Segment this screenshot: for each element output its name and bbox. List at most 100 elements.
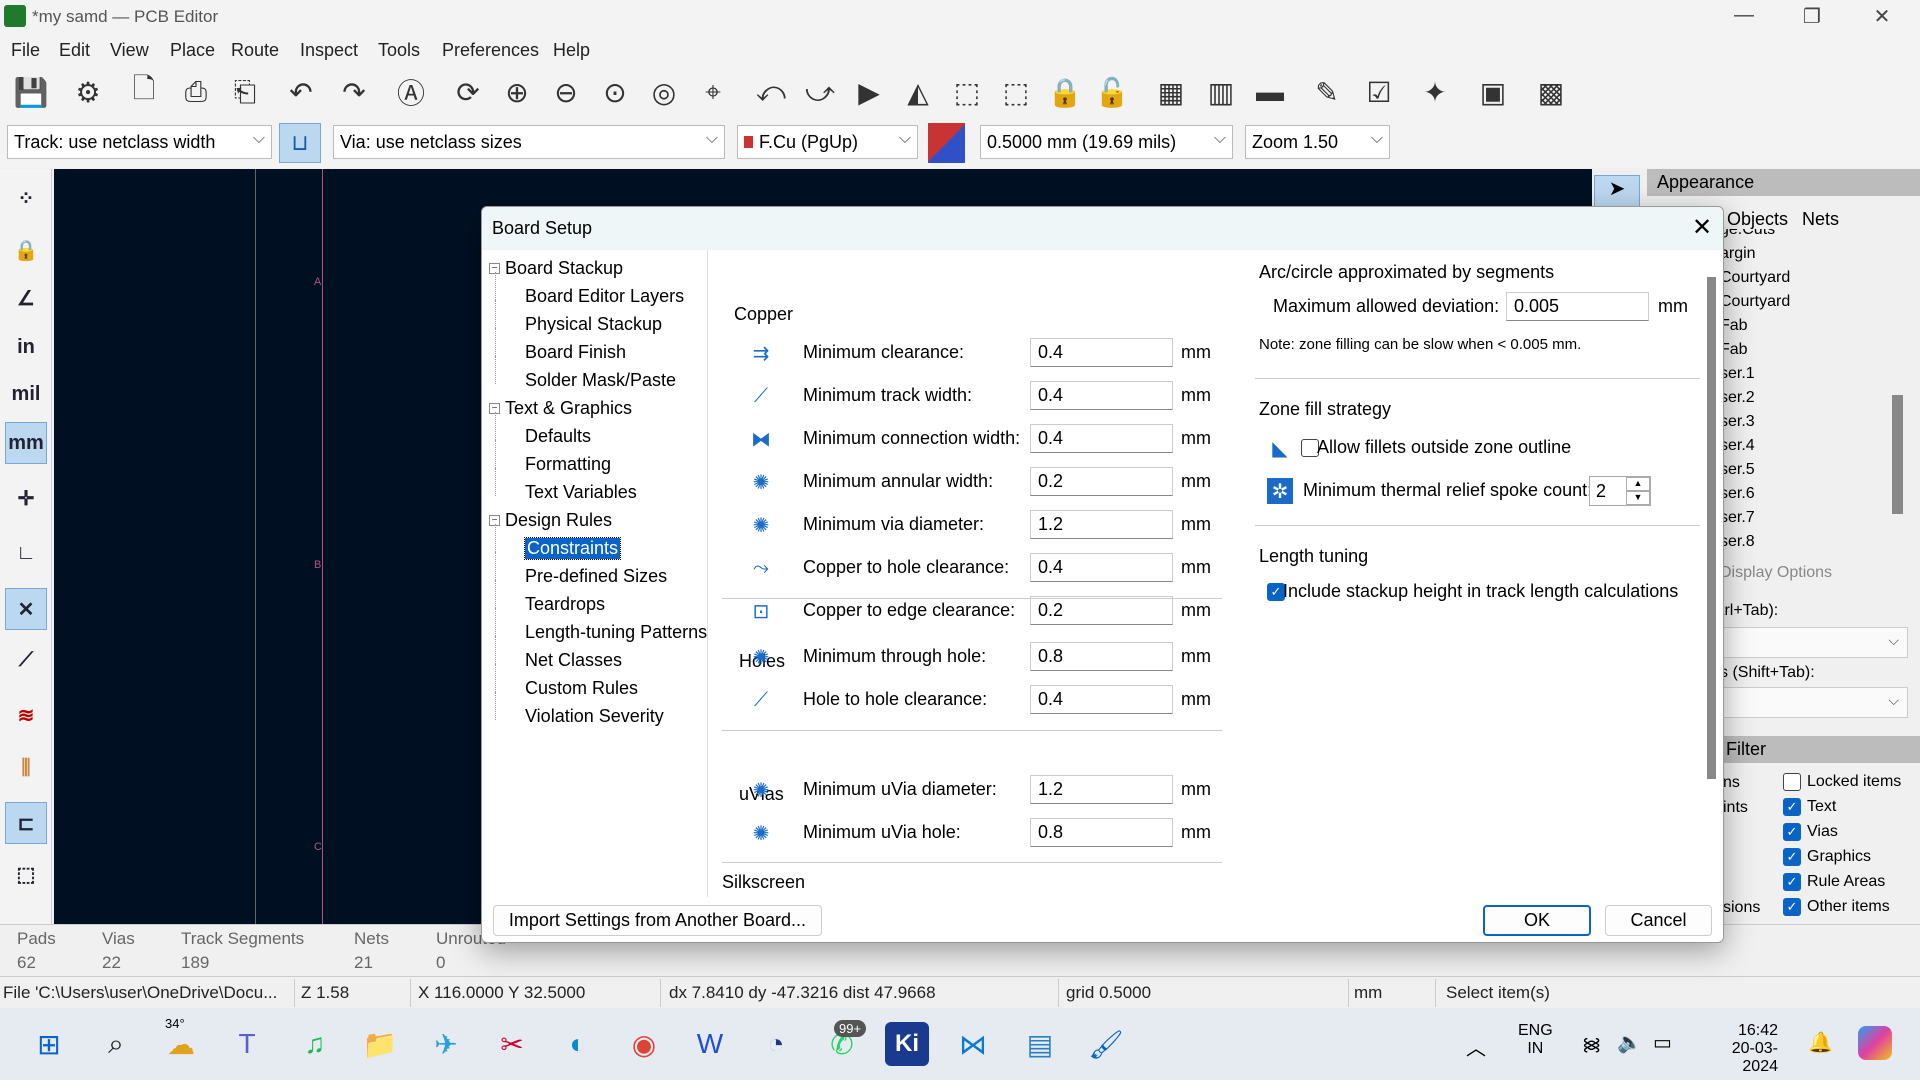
kicad-icon[interactable]: Ki [885, 1022, 929, 1066]
tab-objects[interactable]: Objects [1727, 209, 1788, 230]
tree-item-text-graphics[interactable]: Text & Graphics [505, 398, 632, 419]
menu-inspect[interactable]: Inspect [300, 40, 358, 61]
inches-button[interactable]: in [5, 326, 47, 368]
undo-icon[interactable]: ↶ [281, 72, 321, 112]
max-deviation-input[interactable]: 0.005 [1506, 292, 1649, 321]
plugin-icon[interactable]: ▩ [1531, 72, 1571, 112]
tree-item-net-classes[interactable]: Net Classes [525, 650, 622, 671]
layer-pair-button[interactable] [928, 123, 965, 163]
board-setup-icon[interactable]: ⚙ [68, 72, 108, 112]
search-icon[interactable]: ⌕ [94, 1022, 138, 1066]
ratsnest-icon[interactable]: ✕ [5, 588, 47, 630]
menu-edit[interactable]: Edit [59, 40, 90, 61]
scripting-console-icon[interactable]: ▣ [1473, 72, 1513, 112]
page-settings-icon[interactable]: 🗋 [124, 72, 164, 112]
battery-icon[interactable]: ▭ [1653, 1030, 1672, 1055]
drc-icon[interactable]: ✎ [1307, 72, 1347, 112]
mils-button[interactable]: mil [5, 373, 47, 415]
zoom-objects-icon[interactable]: ◎ [644, 72, 684, 112]
paint-icon[interactable]: 🖌 [1084, 1022, 1128, 1066]
show-hidden-icons[interactable]: ︿ [1466, 1032, 1486, 1061]
ok-button[interactable]: OK [1483, 905, 1591, 936]
tree-item-board-stackup[interactable]: Board Stackup [505, 258, 623, 279]
constraint-input[interactable]: 0.4 [1030, 338, 1173, 367]
auto-track-width-button[interactable]: ⊔ [279, 123, 321, 163]
tree-item-custom-rules[interactable]: Custom Rules [525, 678, 638, 699]
zone-display-icon[interactable]: ⊏ [5, 802, 47, 844]
filter-locked-items[interactable]: Locked items [1783, 773, 1901, 791]
layer-item[interactable]: ser.4 [1720, 437, 1755, 455]
footprint-editor-icon[interactable]: ▬ [1250, 72, 1290, 112]
constraint-input[interactable]: 1.2 [1030, 510, 1173, 539]
edge-icon[interactable]: ◐ [556, 1022, 600, 1066]
cancel-button[interactable]: Cancel [1605, 905, 1712, 936]
checkbox[interactable]: ✓ [1783, 823, 1801, 841]
flip-icon[interactable]: ▶ [849, 72, 889, 112]
via-size-select[interactable]: Via: use netclass sizes ⌵ [333, 125, 725, 159]
volume-icon[interactable]: 🔈 [1617, 1030, 1642, 1055]
filter-graphics[interactable]: ✓ Graphics [1783, 848, 1871, 866]
tree-item-pre-defined-sizes[interactable]: Pre-defined Sizes [525, 566, 667, 587]
select-tool-icon[interactable]: ➤ [1594, 175, 1640, 207]
constraint-input[interactable]: 1.2 [1030, 775, 1173, 804]
polar-coords-icon[interactable]: ∠ [5, 277, 47, 319]
viewport-select[interactable]: ⌵ [1720, 687, 1908, 718]
angle-icon[interactable]: ∟ [5, 532, 47, 574]
constraint-input[interactable]: 0.2 [1030, 596, 1173, 625]
zoom-out-icon[interactable]: ⊖ [546, 72, 586, 112]
telegram-icon[interactable]: ✈ [424, 1022, 468, 1066]
filter-item-partial[interactable]: sions [1723, 899, 1760, 917]
notepad-icon[interactable]: ▤ [1018, 1022, 1062, 1066]
mirror-icon[interactable]: ◭ [898, 72, 938, 112]
millimeters-button[interactable]: mm [5, 422, 47, 464]
import-settings-button[interactable]: Import Settings from Another Board... [493, 905, 822, 936]
ungroup-icon[interactable]: ⬚ [996, 72, 1036, 112]
list-scrollbar[interactable] [1892, 395, 1903, 514]
print-icon[interactable]: ⎙ [176, 72, 216, 112]
tree-item-defaults[interactable]: Defaults [525, 426, 591, 447]
menu-place[interactable]: Place [170, 40, 215, 61]
close-icon[interactable]: ✕ [1692, 213, 1712, 242]
cursor-icon[interactable]: ✛ [5, 477, 47, 519]
track-outline-icon[interactable]: ⫼ [5, 747, 47, 789]
menu-preferences[interactable]: Preferences [442, 40, 539, 61]
tree-item-text-variables[interactable]: Text Variables [525, 482, 637, 503]
zoom-fit-icon[interactable]: ⊙ [595, 72, 635, 112]
menu-help[interactable]: Help [553, 40, 590, 61]
tab-nets[interactable]: Nets [1802, 209, 1839, 230]
rotate-ccw-icon[interactable]: ⤺ [751, 72, 791, 112]
find-icon[interactable]: Ⓐ [391, 72, 431, 112]
net-inspector-icon[interactable]: ✦ [1415, 72, 1455, 112]
lock-icon[interactable]: 🔒 [1045, 72, 1085, 112]
tree-item-design-rules[interactable]: Design Rules [505, 510, 612, 531]
constraint-input[interactable]: 0.4 [1030, 553, 1173, 582]
layer-item[interactable]: ser.6 [1720, 485, 1755, 503]
clock-app-icon[interactable]: ◔ [754, 1022, 798, 1066]
file-explorer-icon[interactable]: 📁 [358, 1022, 402, 1066]
layer-item[interactable]: ser.2 [1720, 389, 1755, 407]
spoke-count-spinner[interactable]: 2 ▲ ▼ [1589, 476, 1651, 506]
teams-icon[interactable]: T [225, 1022, 269, 1066]
checkbox[interactable]: ✓ [1783, 848, 1801, 866]
tree-item-violation-severity[interactable]: Violation Severity [525, 706, 664, 727]
checklist-icon[interactable]: ☑ [1359, 72, 1399, 112]
close-window-button[interactable]: ✕ [1862, 4, 1902, 29]
checkbox[interactable]: ✓ [1783, 898, 1801, 916]
layer-item[interactable]: ser.7 [1720, 509, 1755, 527]
clock[interactable]: 16:42 20-03-2024 [1700, 1022, 1778, 1076]
app-icon[interactable]: W [688, 1022, 732, 1066]
filter-item-partial[interactable]: ints [1723, 799, 1748, 817]
copilot-icon[interactable] [1858, 1026, 1892, 1060]
tree-item-physical-stackup[interactable]: Physical Stackup [525, 314, 662, 335]
panel-scrollbar[interactable] [1707, 277, 1716, 779]
netlist-icon[interactable]: ▦ [1151, 72, 1191, 112]
tree-item-constraints[interactable]: Constraints [523, 537, 622, 560]
tree-item-teardrops[interactable]: Teardrops [525, 594, 605, 615]
constraint-input[interactable]: 0.8 [1030, 818, 1173, 847]
unlock-icon[interactable]: 🔓 [1092, 72, 1132, 112]
grid-select[interactable]: 0.5000 mm (19.69 mils) ⌵ [980, 125, 1233, 159]
grid-toggle-icon[interactable]: ⁘ [5, 177, 47, 219]
filter-text[interactable]: ✓ Text [1783, 798, 1836, 816]
constraint-input[interactable]: 0.4 [1030, 424, 1173, 453]
spotify-icon[interactable]: ♫ [293, 1022, 337, 1066]
